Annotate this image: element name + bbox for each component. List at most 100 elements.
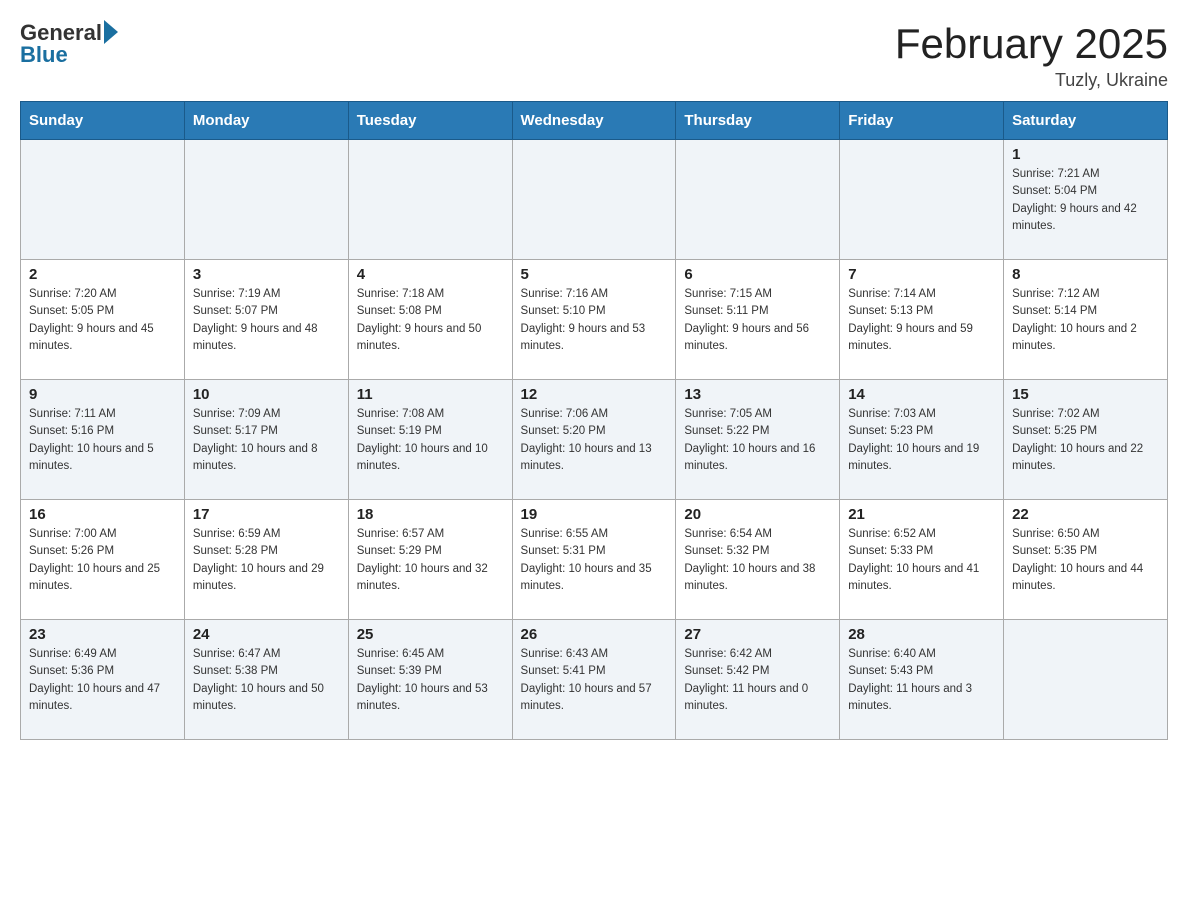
calendar-week-row: 9 Sunrise: 7:11 AMSunset: 5:16 PMDaylight… [21,380,1168,500]
table-row: 3 Sunrise: 7:19 AMSunset: 5:07 PMDaylight… [184,260,348,380]
calendar-week-row: 1Sunrise: 7:21 AMSunset: 5:04 PMDaylight… [21,140,1168,260]
day-number: 17 [193,506,340,523]
calendar-week-row: 16 Sunrise: 7:00 AMSunset: 5:26 PMDayligh… [21,500,1168,620]
table-row [512,140,676,260]
table-row: 18 Sunrise: 6:57 AMSunset: 5:29 PMDayligh… [348,500,512,620]
day-number: 19 [521,506,668,523]
day-info: Sunrise: 7:15 AMSunset: 5:11 PMDaylight:… [684,286,831,355]
day-number: 8 [1012,266,1159,283]
table-row: 28 Sunrise: 6:40 AMSunset: 5:43 PMDayligh… [840,620,1004,740]
day-number: 22 [1012,506,1159,523]
table-row: 24 Sunrise: 6:47 AMSunset: 5:38 PMDayligh… [184,620,348,740]
day-number: 12 [521,386,668,403]
day-number: 16 [29,506,176,523]
day-number: 14 [848,386,995,403]
day-number: 7 [848,266,995,283]
day-info: Sunrise: 6:47 AMSunset: 5:38 PMDaylight:… [193,646,340,715]
table-row: 16 Sunrise: 7:00 AMSunset: 5:26 PMDayligh… [21,500,185,620]
day-info: Sunrise: 7:06 AMSunset: 5:20 PMDaylight:… [521,406,668,475]
location-subtitle: Tuzly, Ukraine [895,70,1168,91]
table-row: 25 Sunrise: 6:45 AMSunset: 5:39 PMDayligh… [348,620,512,740]
col-tuesday: Tuesday [348,102,512,140]
day-info: Sunrise: 7:11 AMSunset: 5:16 PMDaylight:… [29,406,176,475]
table-row: 11 Sunrise: 7:08 AMSunset: 5:19 PMDayligh… [348,380,512,500]
col-saturday: Saturday [1004,102,1168,140]
day-info: Sunrise: 7:18 AMSunset: 5:08 PMDaylight:… [357,286,504,355]
day-info: Sunrise: 6:43 AMSunset: 5:41 PMDaylight:… [521,646,668,715]
col-wednesday: Wednesday [512,102,676,140]
logo-arrow-icon [104,20,118,44]
calendar-table: Sunday Monday Tuesday Wednesday Thursday… [20,101,1168,740]
table-row: 9 Sunrise: 7:11 AMSunset: 5:16 PMDaylight… [21,380,185,500]
day-info: Sunrise: 6:40 AMSunset: 5:43 PMDaylight:… [848,646,995,715]
day-info: Sunrise: 6:45 AMSunset: 5:39 PMDaylight:… [357,646,504,715]
table-row: 21 Sunrise: 6:52 AMSunset: 5:33 PMDayligh… [840,500,1004,620]
table-row: 20Sunrise: 6:54 AMSunset: 5:32 PMDayligh… [676,500,840,620]
table-row [676,140,840,260]
day-number: 3 [193,266,340,283]
table-row: 2 Sunrise: 7:20 AMSunset: 5:05 PMDaylight… [21,260,185,380]
day-number: 13 [684,386,831,403]
day-info: Sunrise: 7:03 AMSunset: 5:23 PMDaylight:… [848,406,995,475]
day-number: 18 [357,506,504,523]
table-row: 4 Sunrise: 7:18 AMSunset: 5:08 PMDaylight… [348,260,512,380]
logo: General Blue [20,20,118,68]
day-info: Sunrise: 7:05 AMSunset: 5:22 PMDaylight:… [684,406,831,475]
day-info: Sunrise: 6:57 AMSunset: 5:29 PMDaylight:… [357,526,504,595]
day-info: Sunrise: 6:52 AMSunset: 5:33 PMDaylight:… [848,526,995,595]
table-row: 13 Sunrise: 7:05 AMSunset: 5:22 PMDayligh… [676,380,840,500]
table-row [840,140,1004,260]
day-info: Sunrise: 6:42 AMSunset: 5:42 PMDaylight:… [684,646,831,715]
table-row [21,140,185,260]
day-info: Sunrise: 7:16 AMSunset: 5:10 PMDaylight:… [521,286,668,355]
day-number: 5 [521,266,668,283]
day-info: Sunrise: 7:09 AMSunset: 5:17 PMDaylight:… [193,406,340,475]
day-info: Sunrise: 7:08 AMSunset: 5:19 PMDaylight:… [357,406,504,475]
day-number: 21 [848,506,995,523]
table-row: 23Sunrise: 6:49 AMSunset: 5:36 PMDayligh… [21,620,185,740]
table-row: 1Sunrise: 7:21 AMSunset: 5:04 PMDaylight… [1004,140,1168,260]
day-number: 15 [1012,386,1159,403]
day-info: Sunrise: 7:02 AMSunset: 5:25 PMDaylight:… [1012,406,1159,475]
day-info: Sunrise: 7:19 AMSunset: 5:07 PMDaylight:… [193,286,340,355]
day-number: 6 [684,266,831,283]
table-row: 8 Sunrise: 7:12 AMSunset: 5:14 PMDaylight… [1004,260,1168,380]
table-row: 10Sunrise: 7:09 AMSunset: 5:17 PMDayligh… [184,380,348,500]
day-number: 25 [357,626,504,643]
table-row [348,140,512,260]
table-row [184,140,348,260]
day-number: 2 [29,266,176,283]
table-row: 19 Sunrise: 6:55 AMSunset: 5:31 PMDayligh… [512,500,676,620]
table-row [1004,620,1168,740]
table-row: 14 Sunrise: 7:03 AMSunset: 5:23 PMDayligh… [840,380,1004,500]
calendar-week-row: 2 Sunrise: 7:20 AMSunset: 5:05 PMDaylight… [21,260,1168,380]
day-info: Sunrise: 7:14 AMSunset: 5:13 PMDaylight:… [848,286,995,355]
day-number: 11 [357,386,504,403]
day-info: Sunrise: 6:55 AMSunset: 5:31 PMDaylight:… [521,526,668,595]
day-number: 4 [357,266,504,283]
col-friday: Friday [840,102,1004,140]
day-info: Sunrise: 6:59 AMSunset: 5:28 PMDaylight:… [193,526,340,595]
day-number: 27 [684,626,831,643]
col-thursday: Thursday [676,102,840,140]
day-number: 28 [848,626,995,643]
col-monday: Monday [184,102,348,140]
day-info: Sunrise: 7:12 AMSunset: 5:14 PMDaylight:… [1012,286,1159,355]
calendar-header-row: Sunday Monday Tuesday Wednesday Thursday… [21,102,1168,140]
month-year-title: February 2025 [895,20,1168,68]
day-info: Sunrise: 7:21 AMSunset: 5:04 PMDaylight:… [1012,166,1159,235]
day-info: Sunrise: 7:20 AMSunset: 5:05 PMDaylight:… [29,286,176,355]
day-info: Sunrise: 7:00 AMSunset: 5:26 PMDaylight:… [29,526,176,595]
table-row: 15 Sunrise: 7:02 AMSunset: 5:25 PMDayligh… [1004,380,1168,500]
day-info: Sunrise: 6:54 AMSunset: 5:32 PMDaylight:… [684,526,831,595]
calendar-week-row: 23Sunrise: 6:49 AMSunset: 5:36 PMDayligh… [21,620,1168,740]
table-row: 22 Sunrise: 6:50 AMSunset: 5:35 PMDayligh… [1004,500,1168,620]
day-number: 24 [193,626,340,643]
day-info: Sunrise: 6:49 AMSunset: 5:36 PMDaylight:… [29,646,176,715]
col-sunday: Sunday [21,102,185,140]
page-header: General Blue February 2025 Tuzly, Ukrain… [20,20,1168,91]
table-row: 12 Sunrise: 7:06 AMSunset: 5:20 PMDayligh… [512,380,676,500]
day-info: Sunrise: 6:50 AMSunset: 5:35 PMDaylight:… [1012,526,1159,595]
day-number: 9 [29,386,176,403]
table-row: 17 Sunrise: 6:59 AMSunset: 5:28 PMDayligh… [184,500,348,620]
